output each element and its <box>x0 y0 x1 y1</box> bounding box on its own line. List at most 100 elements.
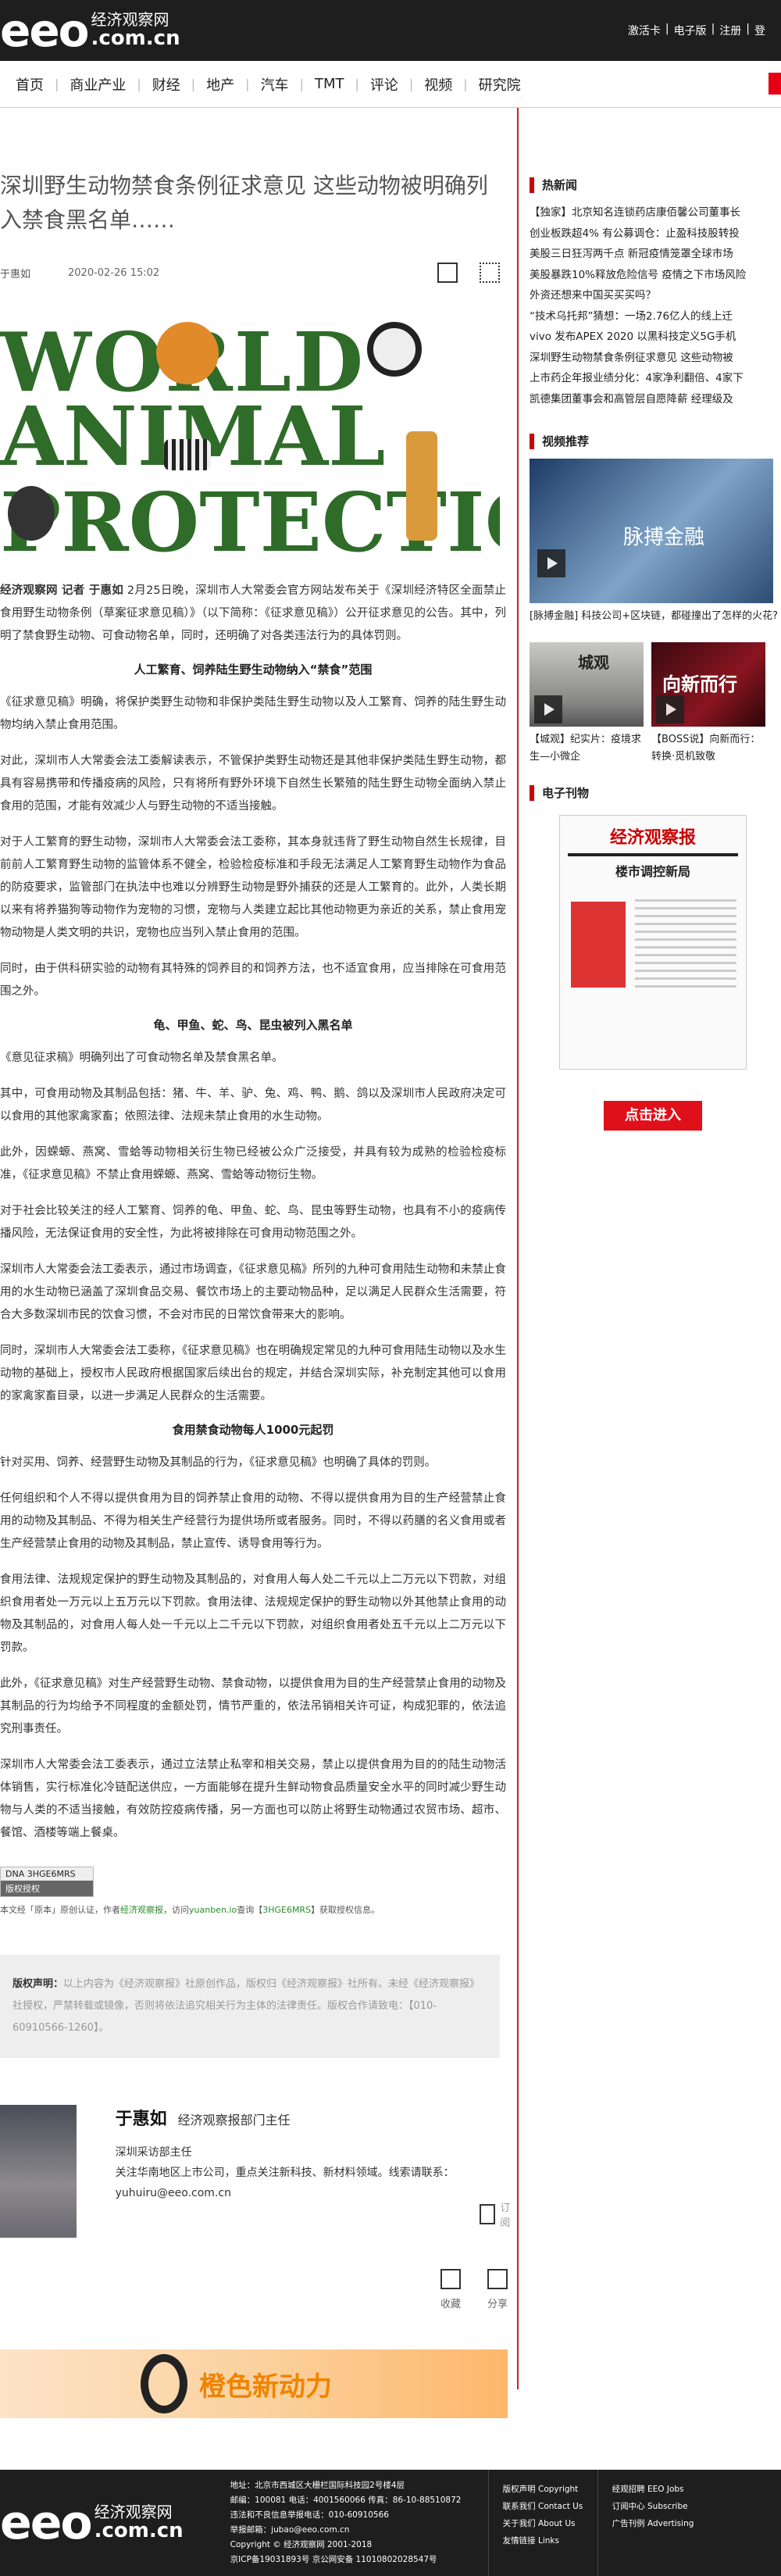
paragraph: 同时，由于供科研实验的动物有其特殊的饲养目的和饲养方法，也不适宜食用，应当排除在… <box>0 963 506 998</box>
site-logo[interactable]: eeo 经济观察网 .com.cn <box>0 8 180 53</box>
nav-tmt[interactable]: TMT <box>315 76 344 92</box>
nav-realestate[interactable]: 地产 <box>206 74 234 95</box>
gorilla-icon <box>8 486 55 541</box>
copyright-text: 以上内容为《经济观察报》社原创作品，版权归《经济观察报》社所有。未经《经济观察报… <box>12 1978 480 2034</box>
author-card-name[interactable]: 于惠如 <box>116 2110 167 2129</box>
video-heading: 视频推荐 <box>530 433 779 449</box>
paragraph: 其中，可食用动物及其制品包括：猪、牛、羊、驴、兔、鸡、鸭、鹅、鸽以及深圳市人民政… <box>0 1088 506 1123</box>
section-heading-2: 龟、甲鱼、蛇、鸟、昆虫被列入黑名单 <box>153 1018 353 1032</box>
hot-news-item[interactable]: 凯德集团董事会和高管层自愿降薪 经理级及 <box>530 389 779 410</box>
top-bar: eeo 经济观察网 .com.cn 激活卡 | 电子版 | 注册 | 登 <box>0 0 781 61</box>
nav-home[interactable]: 首页 <box>16 74 44 95</box>
panda-icon <box>367 322 422 377</box>
video-item[interactable]: 城观 【城观】纪实片：疫境求生—小微企 <box>530 642 644 766</box>
link-login[interactable]: 登 <box>754 23 765 38</box>
article-date: 2020-02-26 15:02 <box>68 266 160 279</box>
lead-source: 经济观察网 记者 于惠如 <box>0 584 124 597</box>
footer-link[interactable]: 关于我们 About Us <box>503 2515 597 2532</box>
favorite-button[interactable]: 收藏 <box>440 2269 461 2310</box>
paragraph: 深圳市人大常委会法工委表示，通过市场调查，《征求意见稿》所列的九种可食用陆生动物… <box>0 1263 506 1321</box>
hot-news-item[interactable]: 上市药企年报业绩分化：4家净利翻倍、4家下 <box>530 368 779 389</box>
hot-news-item[interactable]: vivo 发布APEX 2020 以黑科技定义5G手机 <box>530 327 779 348</box>
video-overlay: 向新而行 <box>662 673 737 695</box>
footer-link[interactable]: 联系我们 Contact Us <box>503 2498 597 2515</box>
hot-news-item[interactable]: 创业板跌超4% 有公募调仓：止盈科技股转投 <box>530 223 779 245</box>
hot-news-heading: 热新闻 <box>530 177 779 193</box>
nav-finance[interactable]: 财经 <box>152 74 180 95</box>
star-icon <box>440 2269 461 2289</box>
hot-news-item[interactable]: 外资还想来中国买买买吗？ <box>530 285 779 306</box>
add-icon <box>479 2204 496 2224</box>
video-featured-overlay: 脉搏金融 <box>623 526 705 549</box>
top-links: 激活卡 | 电子版 | 注册 | 登 <box>627 23 765 38</box>
article-author[interactable]: 于惠如 <box>0 266 30 280</box>
nav-accent <box>769 73 781 95</box>
link-register[interactable]: 注册 <box>719 23 741 38</box>
play-icon[interactable] <box>656 695 684 723</box>
tiger-icon <box>156 322 219 384</box>
paragraph: 此外，因蝾螈、燕窝、雪蛤等动物相关衍生物已经被公众广泛接受，并具有较为成熟的检验… <box>0 1146 506 1181</box>
author-role: 深圳采访部主任 <box>115 2146 192 2159</box>
footer-links-1: 版权声明 Copyright 联系我们 Contact Us 关于我们 Abou… <box>487 2470 597 2576</box>
footer-link[interactable]: 版权声明 Copyright <box>503 2481 597 2498</box>
hot-news-item[interactable]: 美股暴跌10%释放危险信号 疫情之下市场风险 <box>530 265 779 286</box>
yuanben-link[interactable]: yuanben.io <box>189 1905 237 1915</box>
hot-news-list: 【独家】北京知名连锁药店康佰馨公司董事长 创业板跌超4% 有公募调仓：止盈科技股… <box>530 202 779 409</box>
subscribe-button[interactable]: 订阅 <box>479 2191 515 2238</box>
hot-news-item[interactable]: “技术乌托邦”猜想：一场2.76亿人的线上迁 <box>530 306 779 327</box>
paragraph: 《意见征求稿》明确列出了可食动物名单及禁食黑名单。 <box>0 1052 284 1064</box>
paragraph: 此外，《征求意见稿》对生产经营野生动物、禁食动物，以提供食用为目的生产经营禁止食… <box>0 1677 506 1735</box>
paragraph: 《征求意见稿》明确，将保护类野生动物和非保护类陆生野生动物以及人工繁育、饲养的陆… <box>0 696 506 731</box>
dna-badge[interactable]: DNA 3HGE6MRS 版权授权 <box>0 1867 94 1897</box>
enter-epaper-button[interactable]: 点击进入 <box>604 1101 702 1131</box>
paragraph: 同时，深圳市人大常委会法工委称，《征求意见稿》也在明确规定常见的九种可食用陆生动… <box>0 1345 506 1402</box>
footer-link[interactable]: 广告刊例 Advertising <box>612 2515 722 2532</box>
zebra-icon <box>164 439 211 470</box>
footer-logo[interactable]: eeo 经济观察网 .com.cn <box>0 2499 184 2546</box>
epaper-section: 电子刊物 经济观察报 楼市调控新局 点击进入 <box>530 784 779 1131</box>
paragraph: 深圳市人大常委会法工委表示，通过立法禁止私宰和相关交易，禁止以提供食用为目的的陆… <box>0 1759 506 1839</box>
dna-code: DNA 3HGE6MRS <box>1 1867 93 1881</box>
epaper-masthead: 经济观察报 <box>609 827 696 848</box>
footer-link[interactable]: 友情链接 Links <box>503 2532 597 2549</box>
nav-video[interactable]: 视频 <box>424 74 452 95</box>
section-heading-3: 食用禁食动物每人1000元起罚 <box>172 1423 334 1437</box>
qrcode-icon[interactable] <box>480 263 500 283</box>
play-icon[interactable] <box>537 549 565 577</box>
banner-logo-icon <box>141 2354 187 2413</box>
logo-cn: 经济观察网 <box>91 9 169 29</box>
nav-business[interactable]: 商业产业 <box>70 74 126 95</box>
author-desc: 关注华南地区上市公司，重点关注新科技、新材料领域。线索请联系：yuhuiru@e… <box>115 2167 455 2199</box>
font-size-icon[interactable] <box>437 263 458 283</box>
hot-news-item[interactable]: 【独家】北京知名连锁药店康佰馨公司董事长 <box>530 202 779 223</box>
logo-com: .com.cn <box>91 26 180 50</box>
ad-banner[interactable]: 橙色新动力 <box>0 2349 508 2418</box>
dna-label: 版权授权 <box>1 1881 93 1896</box>
play-icon[interactable] <box>534 695 562 723</box>
nav-opinion[interactable]: 评论 <box>370 74 398 95</box>
share-button[interactable]: 分享 <box>487 2269 508 2310</box>
footer-link[interactable]: 经观招聘 EEO Jobs <box>612 2481 722 2498</box>
video-featured[interactable]: 脉搏金融 <box>530 459 773 603</box>
video-overlay: 城观 <box>578 653 609 672</box>
footer-info: 地址：北京市西城区大栅栏国际科技园2号楼4层 邮编：100081 电话：4001… <box>230 2481 462 2564</box>
link-epaper[interactable]: 电子版 <box>674 23 707 38</box>
hero-image: WORLD ANIMAL PROTECTION <box>0 314 500 552</box>
nav-auto[interactable]: 汽车 <box>261 74 289 95</box>
author-avatar[interactable] <box>0 2105 77 2238</box>
video-featured-caption[interactable]: [脉搏金融] 科技公司+区块链，都碰撞出了怎样的火花? <box>530 608 779 625</box>
main-nav: 首页 | 商业产业 | 财经 | 地产 | 汽车 | TMT | 评论 | 视频 | 研究院 <box>0 61 781 108</box>
auth-org-link[interactable]: 经济观察报 <box>120 1905 163 1915</box>
video-item[interactable]: 向新而行 【BOSS说】向新而行：转换·觅机致敬 <box>651 642 765 766</box>
banner-text: 橙色新动力 <box>199 2371 332 2403</box>
epaper-cover[interactable]: 经济观察报 楼市调控新局 <box>559 815 747 1070</box>
author-card-title: 经济观察报部门主任 <box>177 2113 291 2128</box>
article-body: 经济观察网 记者 于惠如 2月25日晚，深圳市人大常委会官方网站发布关于《深圳经… <box>0 580 515 1845</box>
sidebar: 热新闻 【独家】北京知名连锁药店康佰馨公司董事长 创业板跌超4% 有公募调仓：止… <box>530 108 779 2418</box>
auth-code-link[interactable]: 3HGE6MRS <box>262 1905 311 1915</box>
footer-link[interactable]: 订阅中心 Subscribe <box>612 2498 722 2515</box>
hot-news-item[interactable]: 美股三日狂泻两千点 新冠疫情笼罩全球市场 <box>530 244 779 265</box>
hot-news-item[interactable]: 深圳野生动物禁食条例征求意见 这些动物被 <box>530 348 779 369</box>
link-activate-card[interactable]: 激活卡 <box>628 23 661 38</box>
nav-research[interactable]: 研究院 <box>479 74 521 95</box>
